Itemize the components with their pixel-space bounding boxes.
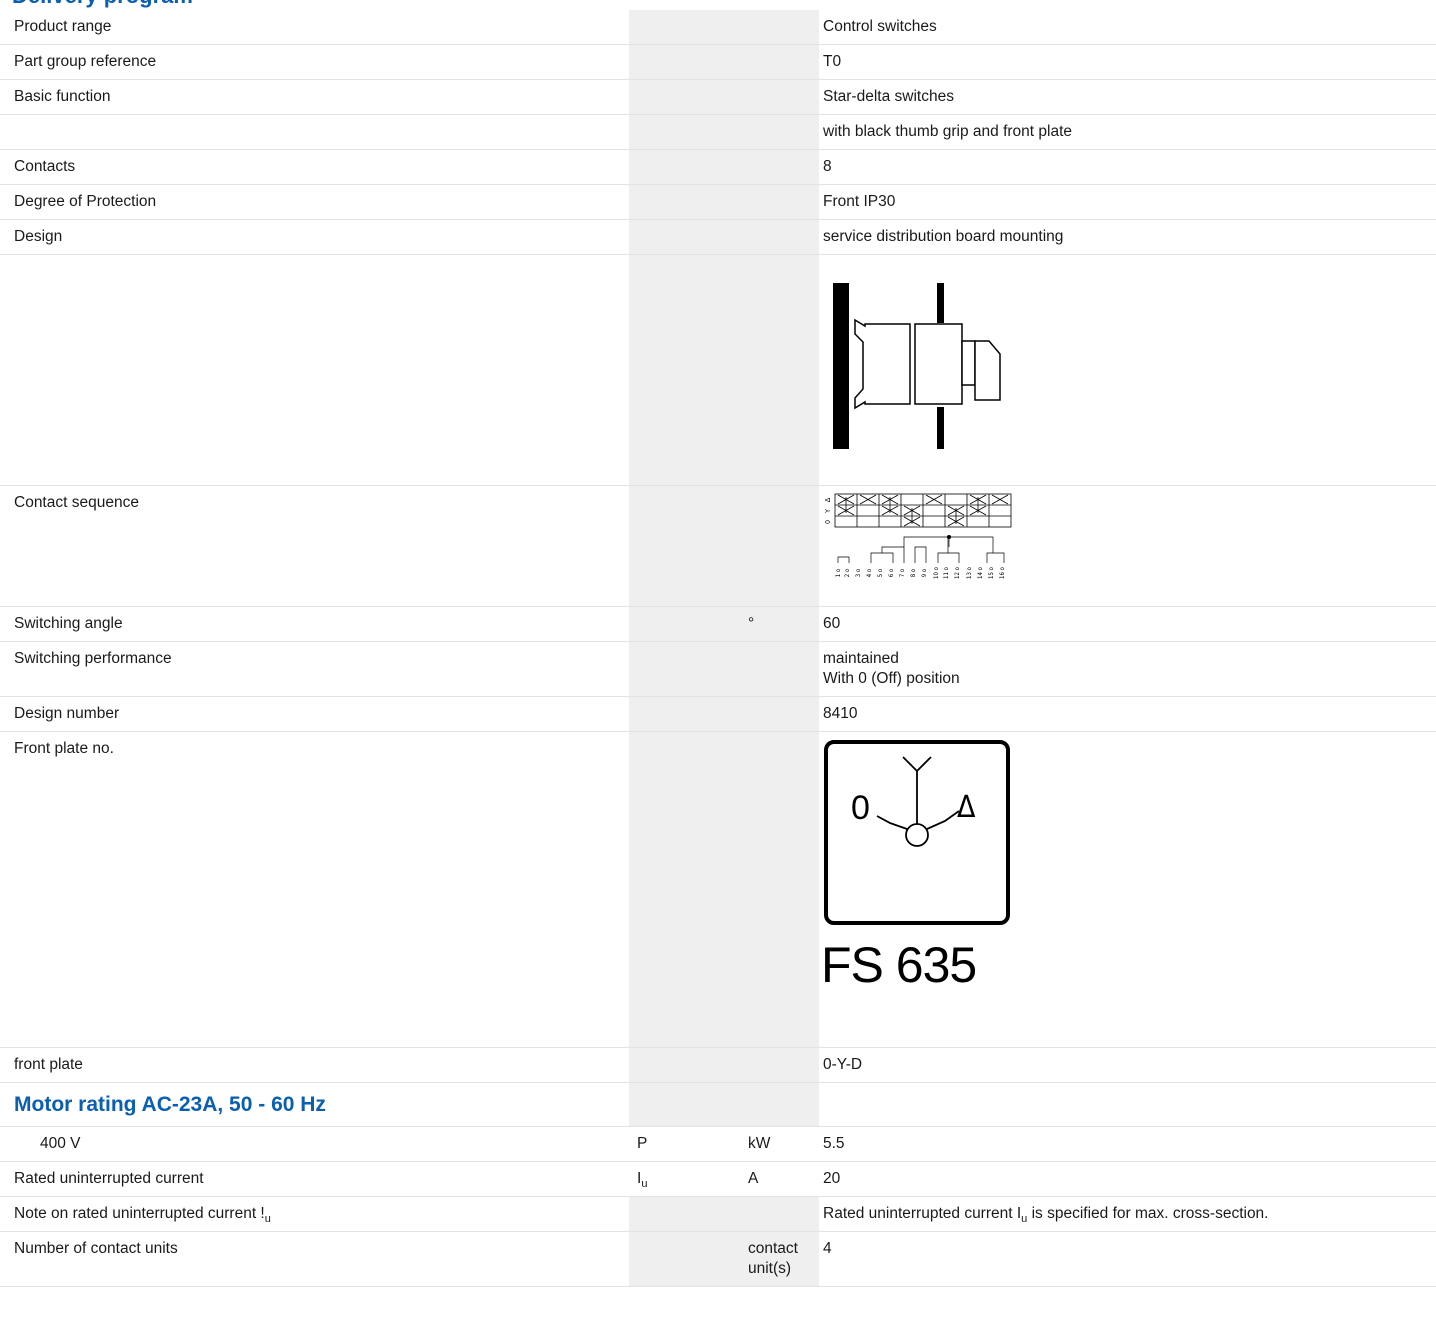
row-value: Star-delta switches bbox=[819, 79, 1436, 115]
table-row: front plate 0-Y-D bbox=[0, 1047, 1436, 1083]
row-label: Switching angle bbox=[0, 606, 629, 642]
row-label: Note on rated uninterrupted current !u bbox=[0, 1196, 629, 1232]
front-plate-position-0: 0 bbox=[851, 789, 870, 827]
row-label: Switching performance bbox=[0, 641, 629, 697]
row-label: Design bbox=[0, 219, 629, 255]
table-row: Contact sequence Δ Y 0 1 o 2 o 3 o 4 o 5… bbox=[0, 485, 1436, 607]
svg-text:6 o: 6 o bbox=[888, 568, 895, 577]
svg-text:14 o: 14 o bbox=[977, 566, 984, 579]
row-value: 4 bbox=[819, 1231, 1436, 1287]
row-unit: ° bbox=[743, 606, 819, 642]
row-unit: A bbox=[743, 1161, 819, 1197]
table-row: Rated uninterrupted current Iu A 20 bbox=[0, 1161, 1436, 1197]
row-label: Rated uninterrupted current bbox=[0, 1161, 629, 1197]
table-row bbox=[0, 254, 1436, 486]
row-label: Contacts bbox=[0, 149, 629, 185]
row-label: 400 V bbox=[0, 1126, 629, 1162]
row-value: 0-Y-D bbox=[819, 1047, 1436, 1083]
table-row: 400 V P kW 5.5 bbox=[0, 1126, 1436, 1162]
row-value: Control switches bbox=[819, 10, 1436, 45]
svg-text:4 o: 4 o bbox=[866, 568, 873, 577]
row-value-line-2: With 0 (Off) position bbox=[823, 670, 960, 687]
front-plate-number: FS 635 bbox=[821, 937, 977, 993]
svg-text:5 o: 5 o bbox=[877, 568, 884, 577]
row-value: T0 bbox=[819, 44, 1436, 80]
table-row: Product range Control switches bbox=[0, 10, 1436, 45]
spec-table: Product range Control switches Part grou… bbox=[0, 10, 1436, 1287]
row-unit: contact unit(s) bbox=[743, 1231, 819, 1287]
table-row: Number of contact units contact unit(s) … bbox=[0, 1231, 1436, 1287]
svg-text:8 o: 8 o bbox=[910, 568, 917, 577]
svg-text:10 o: 10 o bbox=[933, 566, 940, 579]
svg-text:3 o: 3 o bbox=[855, 568, 862, 577]
section-heading-row: Motor rating AC-23A, 50 - 60 Hz bbox=[0, 1082, 1436, 1127]
svg-text:9 o: 9 o bbox=[921, 568, 928, 577]
position-label-delta: Δ bbox=[824, 497, 832, 502]
svg-text:2 o: 2 o bbox=[844, 568, 851, 577]
contact-sequence-diagram: Δ Y 0 1 o 2 o 3 o 4 o 5 o 6 o 7 o 8 o 9 … bbox=[824, 493, 1012, 579]
row-symbol: P bbox=[629, 1126, 743, 1162]
row-value: Front IP30 bbox=[819, 184, 1436, 220]
section-title-motor: Motor rating AC-23A, 50 - 60 Hz bbox=[14, 1093, 326, 1116]
switch-side-view-drawing bbox=[833, 283, 1001, 449]
svg-text:7 o: 7 o bbox=[899, 568, 906, 577]
svg-text:1 o: 1 o bbox=[835, 568, 842, 577]
row-value: with black thumb grip and front plate bbox=[819, 114, 1436, 150]
table-row: Degree of Protection Front IP30 bbox=[0, 184, 1436, 220]
front-plate-drawing: 0 Δ bbox=[824, 740, 1010, 925]
row-label: Part group reference bbox=[0, 44, 629, 80]
section-title-top: Delivery program bbox=[12, 0, 193, 8]
svg-text:12 o: 12 o bbox=[954, 566, 961, 579]
row-label bbox=[0, 114, 629, 150]
row-label: Number of contact units bbox=[0, 1231, 629, 1287]
row-value: Rated uninterrupted current Iu is specif… bbox=[819, 1196, 1436, 1232]
row-value: 60 bbox=[819, 606, 1436, 642]
row-label: Product range bbox=[0, 10, 629, 45]
table-row: Design number 8410 bbox=[0, 696, 1436, 732]
position-label-y: Y bbox=[824, 509, 832, 514]
table-row: Switching performance maintained With 0 … bbox=[0, 641, 1436, 697]
table-row: Design service distribution board mounti… bbox=[0, 219, 1436, 255]
row-label: front plate bbox=[0, 1047, 629, 1083]
row-label: Basic function bbox=[0, 79, 629, 115]
svg-text:16 o: 16 o bbox=[999, 566, 1006, 579]
row-label: Front plate no. bbox=[0, 731, 629, 1048]
row-unit: kW bbox=[743, 1126, 819, 1162]
table-row: Basic function Star-delta switches bbox=[0, 79, 1436, 115]
row-value: 8410 bbox=[819, 696, 1436, 732]
row-value: 20 bbox=[819, 1161, 1436, 1197]
row-value: 5.5 bbox=[819, 1126, 1436, 1162]
position-label-0: 0 bbox=[824, 520, 832, 524]
table-row: Part group reference T0 bbox=[0, 44, 1436, 80]
row-value: maintained bbox=[823, 650, 899, 667]
front-plate-figure: 0 Δ FS 635 bbox=[821, 739, 1023, 999]
table-row: Note on rated uninterrupted current !u R… bbox=[0, 1196, 1436, 1232]
table-row: Front plate no. 0 Δ FS 635 bbox=[0, 731, 1436, 1048]
row-symbol: Iu bbox=[629, 1161, 743, 1197]
svg-text:15 o: 15 o bbox=[988, 566, 995, 579]
row-value: 8 bbox=[819, 149, 1436, 185]
table-row: with black thumb grip and front plate bbox=[0, 114, 1436, 150]
row-label: Contact sequence bbox=[0, 485, 629, 607]
svg-text:11 o: 11 o bbox=[943, 566, 950, 579]
row-label: Design number bbox=[0, 696, 629, 732]
row-label: Degree of Protection bbox=[0, 184, 629, 220]
front-plate-position-delta: Δ bbox=[957, 790, 976, 825]
row-value: service distribution board mounting bbox=[819, 219, 1436, 255]
table-row: Switching angle ° 60 bbox=[0, 606, 1436, 642]
table-row: Contacts 8 bbox=[0, 149, 1436, 185]
svg-text:13 o: 13 o bbox=[966, 566, 973, 579]
